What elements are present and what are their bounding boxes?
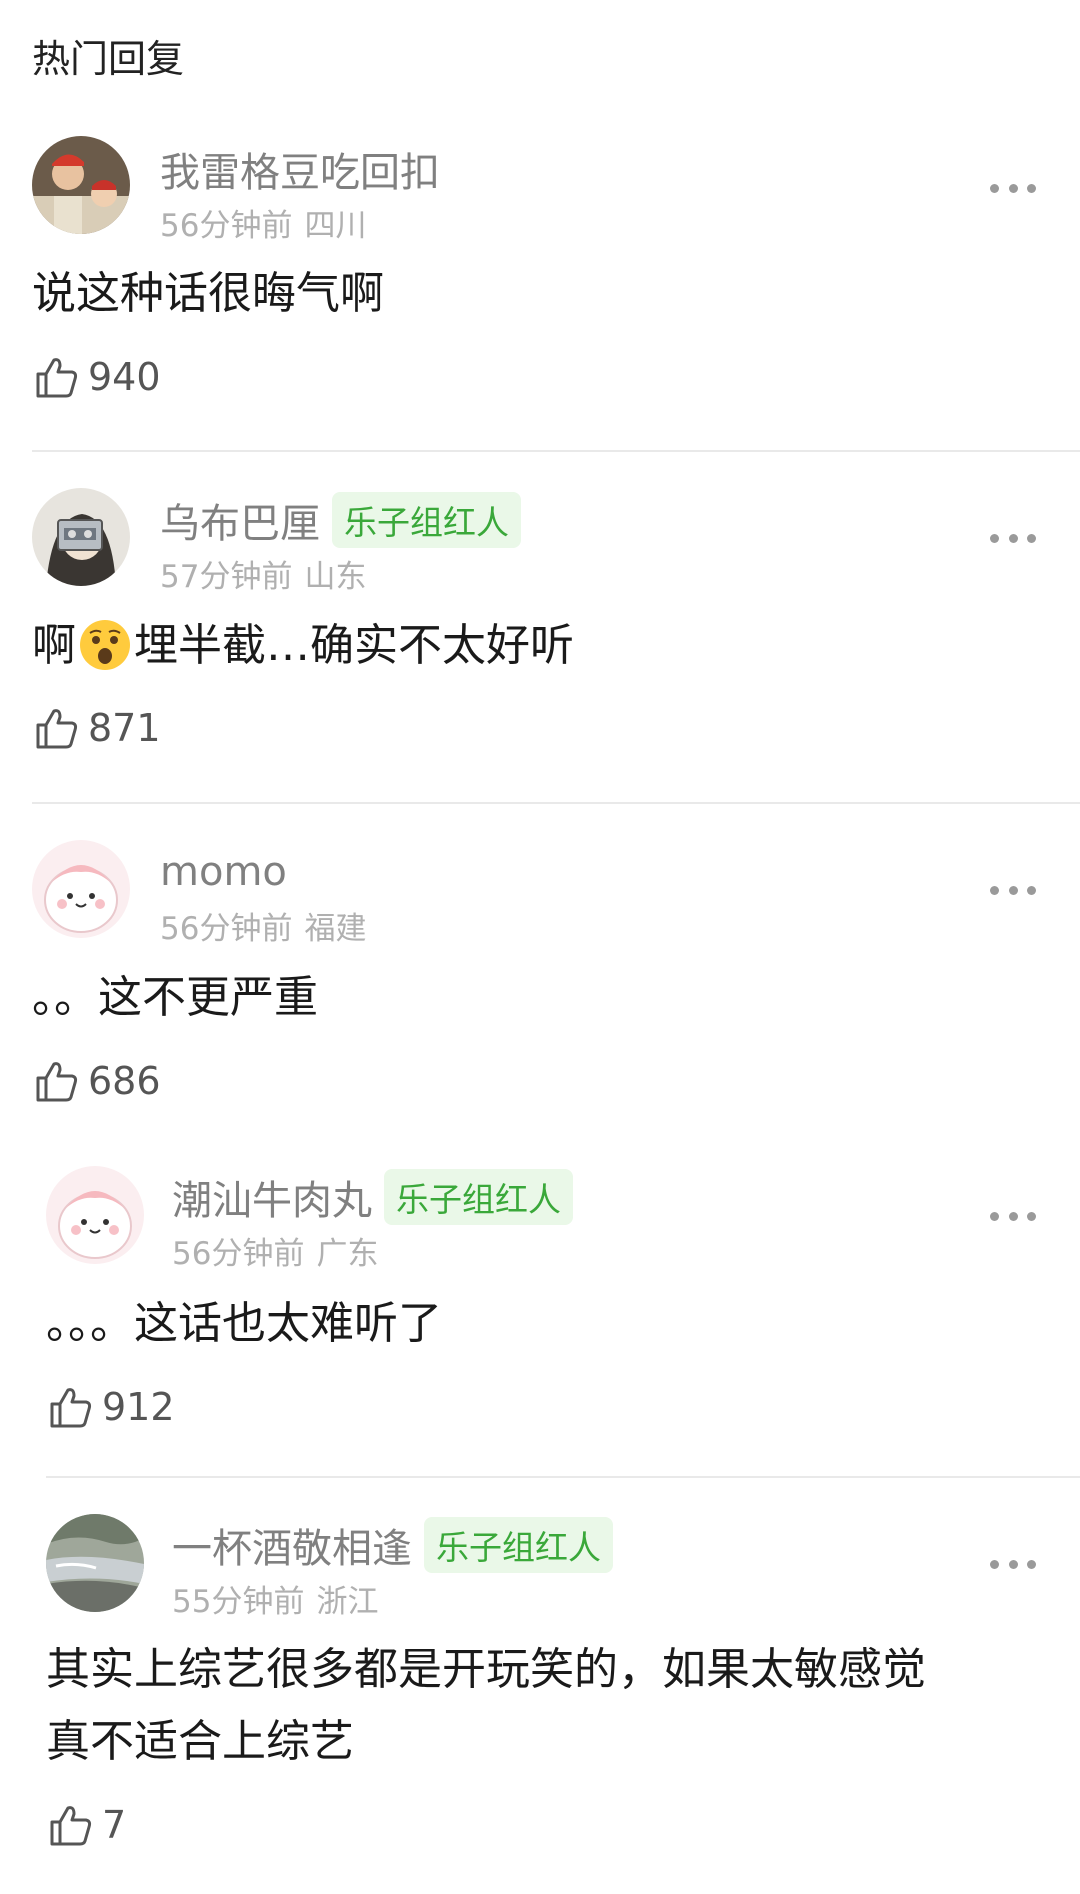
ip-region: 福建 — [304, 911, 367, 947]
hot-replies-page: 热门回复 我雷格豆吃回扣 56分钟前 四川 说这种话很晦气啊 940 乌布巴厘 … — [0, 0, 1080, 1894]
like-count: 7 — [102, 1803, 127, 1847]
section-title: 热门回复 — [32, 37, 185, 81]
avatar[interactable] — [46, 1166, 144, 1264]
username[interactable]: 一杯酒敬相逢 — [172, 1516, 412, 1574]
comment-meta: 55分钟前 浙江 — [172, 1576, 378, 1621]
avatar[interactable] — [32, 840, 130, 938]
username[interactable]: momo — [160, 849, 287, 895]
comment-meta: 56分钟前 四川 — [160, 200, 366, 245]
timestamp: 55分钟前 — [172, 1584, 305, 1620]
like-button[interactable]: 7 — [48, 1802, 126, 1848]
comment-text: 啊 埋半截…确实不太好听 — [32, 610, 574, 682]
more-options-icon[interactable] — [990, 1558, 1036, 1570]
comment-text-body: 说这种话很晦气啊 — [32, 268, 384, 319]
like-button[interactable]: 912 — [48, 1384, 175, 1430]
like-button[interactable]: 871 — [34, 705, 161, 751]
user-title-badge: 乐子组红人 — [384, 1169, 573, 1225]
thumbs-up-icon — [36, 709, 78, 749]
divider — [46, 1476, 1080, 1478]
more-options-icon[interactable] — [990, 532, 1036, 544]
comment-text-body-cont: 埋半截…确实不太好听 — [134, 620, 574, 671]
ip-region: 山东 — [304, 559, 367, 595]
like-count: 940 — [88, 355, 161, 399]
like-button[interactable]: 940 — [34, 354, 161, 400]
like-count: 912 — [102, 1385, 175, 1429]
thumbs-up-icon — [36, 358, 78, 398]
avatar[interactable] — [46, 1514, 144, 1612]
more-options-icon[interactable] — [990, 1210, 1036, 1222]
ip-region: 广东 — [316, 1236, 379, 1272]
comment-meta: 56分钟前 福建 — [160, 903, 366, 948]
comment-text: 。。这不更严重 — [32, 962, 318, 1034]
username[interactable]: 我雷格豆吃回扣 — [160, 140, 440, 198]
comment-text: 说这种话很晦气啊 — [32, 258, 384, 330]
comment-meta: 56分钟前 广东 — [172, 1228, 378, 1273]
comment-text-line: 真不适合上综艺 — [46, 1716, 354, 1767]
thumbs-up-icon — [36, 1062, 78, 1102]
divider — [32, 450, 1080, 452]
ip-region: 四川 — [304, 208, 367, 244]
comment-meta: 57分钟前 山东 — [160, 551, 366, 596]
ip-region: 浙江 — [316, 1584, 379, 1620]
avatar[interactable] — [32, 488, 130, 586]
like-count: 871 — [88, 706, 161, 750]
timestamp: 57分钟前 — [160, 559, 293, 595]
comment-text-line: 其实上综艺很多都是开玩笑的，如果太敏感觉 — [46, 1644, 926, 1695]
more-options-icon[interactable] — [990, 884, 1036, 896]
user-title-badge: 乐子组红人 — [424, 1517, 613, 1573]
more-options-icon[interactable] — [990, 182, 1036, 194]
timestamp: 56分钟前 — [160, 208, 293, 244]
thumbs-up-icon — [50, 1806, 92, 1846]
like-count: 686 — [88, 1059, 161, 1103]
username[interactable]: 潮汕牛肉丸 — [172, 1168, 372, 1226]
comment-text-body: 啊 — [32, 620, 76, 671]
thumbs-up-icon — [50, 1388, 92, 1428]
timestamp: 56分钟前 — [172, 1236, 305, 1272]
username[interactable]: 乌布巴厘 — [160, 491, 320, 549]
user-title-badge: 乐子组红人 — [332, 492, 521, 548]
timestamp: 56分钟前 — [160, 911, 293, 947]
avatar[interactable] — [32, 136, 130, 234]
astonished-face-icon — [80, 620, 130, 670]
comment-text-body: 。。。这话也太难听了 — [46, 1298, 442, 1349]
divider — [32, 802, 1080, 804]
like-button[interactable]: 686 — [34, 1058, 161, 1104]
comment-text: 其实上综艺很多都是开玩笑的，如果太敏感觉 真不适合上综艺 — [46, 1634, 926, 1778]
comment-text: 。。。这话也太难听了 — [46, 1288, 442, 1360]
comment-text-body: 。。这不更严重 — [32, 972, 318, 1023]
